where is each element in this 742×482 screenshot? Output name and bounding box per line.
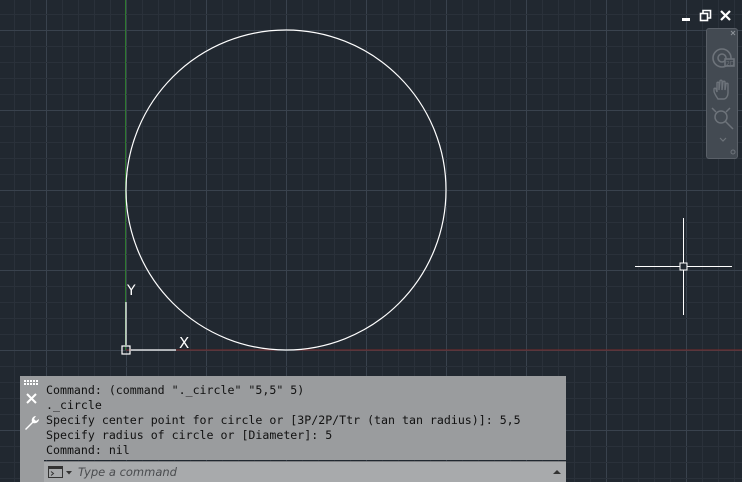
chevron-down-icon	[719, 137, 727, 142]
close-window-button[interactable]	[718, 8, 734, 24]
full-navigation-wheel-button[interactable]: 2D	[709, 45, 737, 71]
restore-button[interactable]	[698, 8, 714, 24]
command-history: Command: (command "._circle" "5,5" 5) ._…	[44, 376, 566, 460]
command-history-line: ._circle	[46, 398, 102, 412]
pan-button[interactable]	[709, 77, 737, 103]
zoom-extents-icon	[711, 107, 734, 130]
crosshair-cursor	[635, 218, 732, 315]
pan-hand-icon	[713, 79, 729, 100]
window-controls	[680, 8, 736, 24]
close-icon[interactable]	[25, 392, 39, 406]
command-prompt-icon[interactable]	[48, 465, 74, 479]
close-icon	[720, 10, 731, 21]
minimize-button[interactable]	[680, 8, 696, 24]
ucs-y-label: Y	[126, 283, 136, 299]
command-history-line: Specify center point for circle or [3P/2…	[46, 413, 521, 427]
ucs-x-label: X	[179, 334, 189, 352]
navbar-zoom-options-button[interactable]	[709, 133, 737, 147]
ucs-icon	[121, 302, 176, 355]
steering-wheel-icon: 2D	[712, 48, 735, 68]
wrench-icon[interactable]	[23, 414, 41, 432]
command-history-line: Command: nil	[46, 443, 130, 457]
navigation-bar: 2D	[706, 28, 738, 159]
navbar-options-button[interactable]	[709, 147, 737, 157]
zoom-extents-button[interactable]	[709, 105, 737, 131]
settings-dot-icon	[730, 149, 736, 155]
navbar-close-button[interactable]	[709, 29, 737, 39]
chevron-up-icon[interactable]	[552, 467, 562, 477]
restore-icon	[699, 9, 712, 22]
command-history-line: Command: (command "._circle" "5,5" 5)	[46, 383, 305, 397]
grip-handle-icon[interactable]	[24, 380, 40, 386]
command-input[interactable]	[78, 463, 538, 481]
close-icon	[730, 30, 736, 36]
svg-text:2D: 2D	[726, 61, 735, 68]
command-line-handle[interactable]	[20, 376, 44, 482]
minimize-icon	[682, 18, 690, 21]
command-input-row	[44, 461, 566, 482]
command-history-line: Specify radius of circle or [Diameter]: …	[46, 428, 333, 442]
